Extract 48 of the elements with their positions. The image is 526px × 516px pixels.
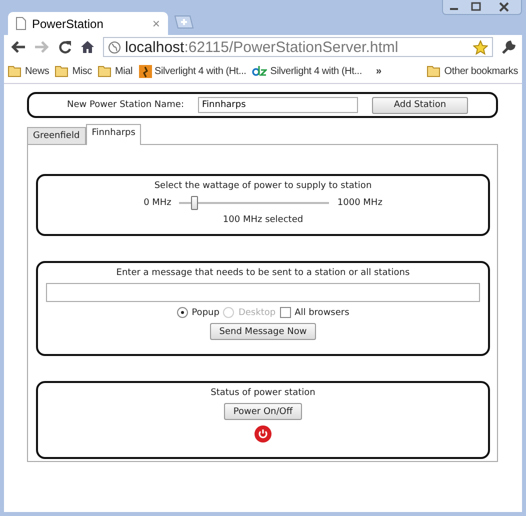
status-title: Status of power station xyxy=(210,388,316,398)
tab-title: PowerStation xyxy=(32,16,104,30)
reload-icon[interactable] xyxy=(58,40,72,54)
bookmark[interactable]: Silverlight 4 with (Ht... xyxy=(252,65,362,77)
message-title: Enter a message that needs to be sent to a station or all stations xyxy=(116,268,410,278)
bookmark[interactable]: Misc xyxy=(55,65,92,77)
power-button[interactable]: Power On/Off xyxy=(224,403,302,420)
station-name-label: New Power Station Name: xyxy=(67,100,184,110)
tab[interactable]: Greenfield xyxy=(27,127,86,144)
min-label: 0 MHz xyxy=(144,198,172,208)
figure-icon xyxy=(138,64,152,78)
add-station-button[interactable]: Add Station xyxy=(372,96,468,114)
page-icon xyxy=(16,17,26,30)
bookmark[interactable]: Other bookmarks xyxy=(427,65,518,77)
wrench-icon[interactable] xyxy=(501,40,516,54)
folder-icon xyxy=(427,65,442,77)
folder-icon xyxy=(8,65,22,77)
send-message-button[interactable]: Send Message Now xyxy=(210,323,316,340)
star-icon[interactable] xyxy=(473,40,488,54)
station-name-field[interactable]: Finnharps xyxy=(198,97,358,113)
power-icon xyxy=(254,425,272,443)
url-host: localhost xyxy=(125,38,184,56)
new-tab-icon[interactable] xyxy=(172,15,194,29)
selected-reading: 100 MHz selected xyxy=(222,215,304,225)
back-icon[interactable] xyxy=(10,40,26,54)
bookmark[interactable]: Silverlight 4 with (Ht... xyxy=(138,64,246,78)
bookmark[interactable]: News xyxy=(8,65,50,77)
wattage-title: Select the wattage of power to supply to station xyxy=(154,181,372,191)
dz-icon xyxy=(252,65,268,77)
max-label: 1000 MHz xyxy=(337,198,382,208)
message-field[interactable] xyxy=(46,283,480,302)
option-label: Popup xyxy=(192,308,220,318)
more-bookmarks-button[interactable]: » xyxy=(376,66,382,76)
option-label: All browsers xyxy=(294,308,350,318)
bookmark[interactable]: Mial xyxy=(98,65,133,77)
close-tab-button[interactable]: × xyxy=(152,16,160,31)
address-bar[interactable]: localhost:62115/PowerStationServer.html xyxy=(103,37,493,57)
tab[interactable]: Finnharps xyxy=(86,124,142,145)
url-path: :62115/PowerStationServer.html xyxy=(184,38,398,56)
browser-tab[interactable]: PowerStation × xyxy=(8,12,168,35)
folder-icon xyxy=(55,65,70,77)
slider-thumb[interactable] xyxy=(191,196,198,210)
globe-icon xyxy=(108,40,121,54)
checkbox[interactable] xyxy=(280,307,291,318)
radio-button[interactable] xyxy=(176,307,188,318)
home-icon[interactable] xyxy=(80,40,95,54)
option-label: Desktop xyxy=(238,308,276,318)
folder-icon xyxy=(98,65,112,77)
